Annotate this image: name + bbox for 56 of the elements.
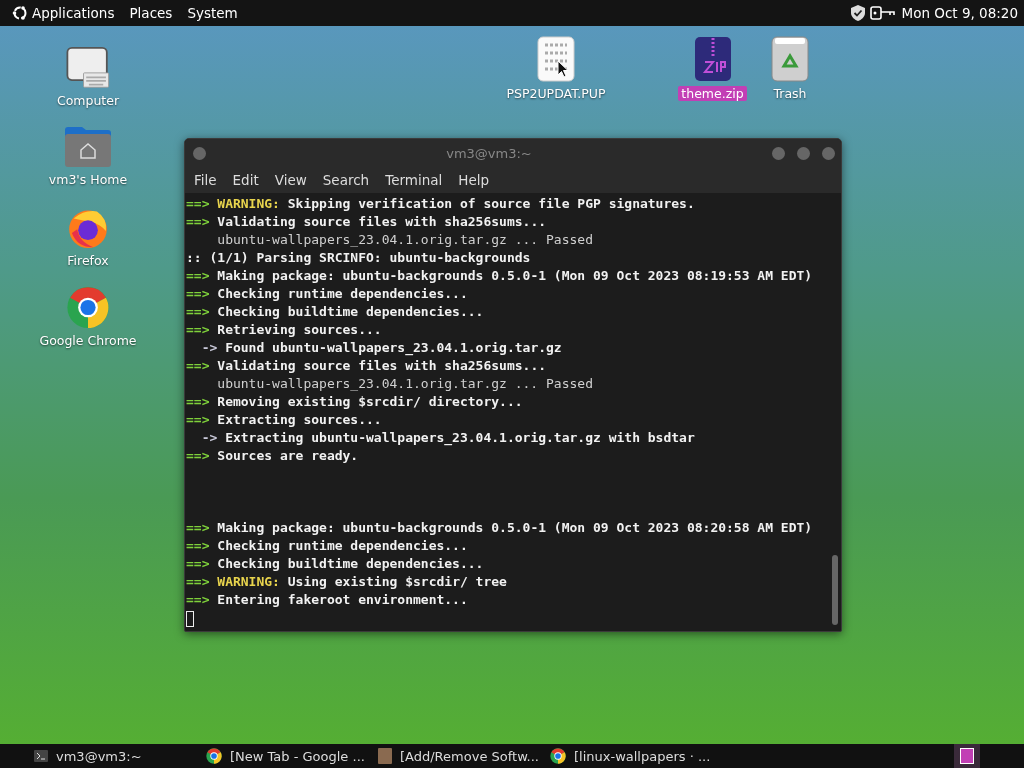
terminal-line: ==> WARNING: Skipping verification of source file PGP signatures.: [186, 196, 695, 211]
workspace-switcher[interactable]: [954, 744, 980, 768]
terminal-line: ==> Validating source files with sha256sums...: [186, 214, 547, 229]
home-folder-icon[interactable]: [64, 126, 112, 168]
menu-item[interactable]: View: [274, 172, 307, 188]
menu-item[interactable]: Help: [458, 172, 490, 188]
scrollbar-thumb[interactable]: [832, 555, 838, 625]
taskbar-item[interactable]: [linux-wallpapers · ...: [546, 748, 718, 764]
terminal-line: ==> Making package: ubuntu-backgrounds 0.5.0-1 (Mon 09 Oct 2023 08:19:53 AM EDT): [186, 268, 813, 283]
shield-check-icon[interactable]: [849, 4, 866, 22]
menu-item[interactable]: Terminal: [385, 172, 443, 188]
ring-logo-icon[interactable]: [64, 286, 112, 329]
taskbar-item[interactable]: [Add/Remove Softw...: [374, 748, 546, 764]
text-cursor: [186, 610, 194, 627]
binary-file-icon[interactable]: [537, 36, 575, 82]
taskbar-item[interactable]: [New Tab - Google ...: [202, 748, 374, 764]
terminal-line: ==> WARNING: Using existing $srcdir/ tree: [186, 574, 507, 589]
minimize-button[interactable]: [772, 146, 785, 160]
terminal-line: ==> Retrieving sources...: [186, 322, 382, 337]
panel-menu[interactable]: System: [187, 5, 238, 21]
terminal-line: ==> Extracting sources...: [186, 412, 382, 427]
recycle-bin-icon[interactable]: [771, 36, 809, 82]
terminal-line: ==> Removing existing $srcdir/ directory...: [186, 394, 523, 409]
terminal-line: -> Extracting ubuntu-wallpapers_23.04.1.orig.tar.gz with bsdtar: [200, 430, 695, 445]
ring-logo-icon: [206, 748, 222, 764]
package-icon: [378, 748, 392, 764]
window-menu-button[interactable]: [193, 146, 206, 160]
terminal-line: ==> Checking runtime dependencies...: [186, 538, 468, 553]
menu-item[interactable]: File: [194, 172, 217, 188]
zip-archive-icon[interactable]: [693, 36, 732, 82]
terminal-line: ==> Making package: ubuntu-backgrounds 0.5.0-1 (Mon 09 Oct 2023 08:20:58 AM EDT): [186, 520, 813, 535]
terminal-line: ==> Sources are ready.: [186, 448, 359, 463]
menu-item[interactable]: Search: [322, 172, 370, 188]
icon-label[interactable]: theme.zip: [678, 86, 747, 101]
terminal-line: ==> Checking runtime dependencies...: [186, 286, 468, 301]
terminal-line: ==> Entering fakeroot environment...: [186, 592, 468, 607]
panel-menu[interactable]: Applications: [32, 5, 115, 21]
clock[interactable]: Mon Oct 9, 08:20: [901, 5, 1018, 21]
close-button[interactable]: [822, 146, 835, 160]
terminal-line: ubuntu-wallpapers_23.04.1.orig.tar.gz ... Passed: [216, 232, 593, 247]
terminal-line: :: (1/1) Parsing SRCINFO: ubuntu-backgrounds: [186, 250, 531, 265]
terminal-line: ==> Validating source files with sha256sums...: [186, 358, 547, 373]
terminal-line: ubuntu-wallpapers_23.04.1.orig.tar.gz ... Passed: [216, 376, 593, 391]
menu-item[interactable]: Edit: [232, 172, 259, 188]
terminal-line: ==> Checking buildtime dependencies...: [186, 304, 484, 319]
terminal-icon: [34, 750, 48, 762]
ring-logo-icon: [550, 748, 566, 764]
window-title: vm3@vm3:~: [445, 145, 533, 161]
distro-logo-icon[interactable]: [12, 5, 28, 21]
panel-menu[interactable]: Places: [129, 5, 173, 21]
maximize-button[interactable]: [797, 146, 810, 160]
terminal-line: ==> Checking buildtime dependencies...: [186, 556, 484, 571]
taskbar-item[interactable]: vm3@vm3:~: [30, 748, 202, 764]
key-icon[interactable]: [869, 6, 896, 20]
mouse-pointer-icon: [557, 60, 569, 78]
terminal-line: -> Found ubuntu-wallpapers_23.04.1.orig.tar.gz: [200, 340, 562, 355]
